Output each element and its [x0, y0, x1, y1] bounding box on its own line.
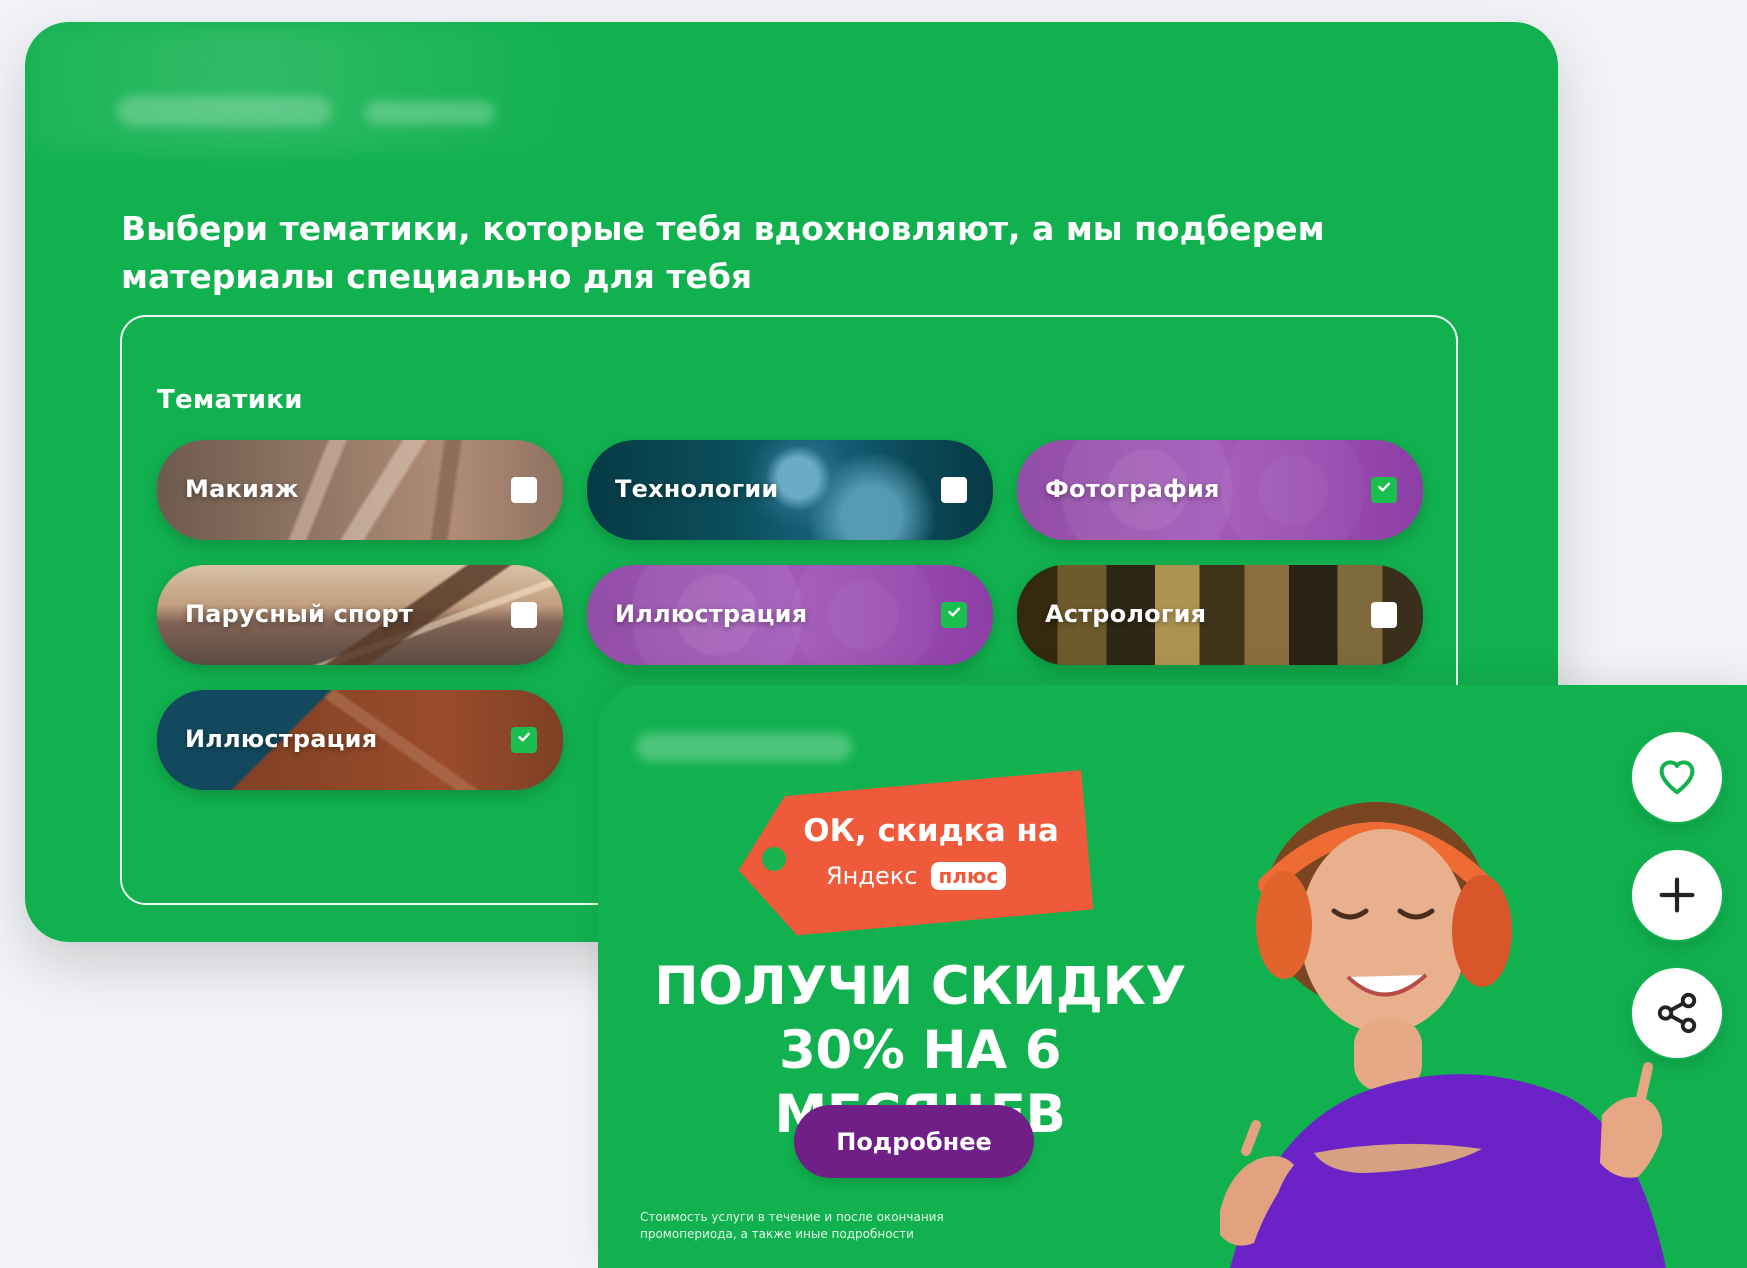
topic-chip-label: Фотография: [1045, 475, 1220, 503]
share-icon: [1657, 992, 1697, 1034]
model-face: [1300, 829, 1468, 1033]
plus-badge: плюс: [930, 862, 1007, 890]
model-left-finger: [1241, 1120, 1261, 1156]
promo-fineprint-line-2: промопериода, а также иные подробности: [640, 1227, 914, 1241]
topic-chip-makeup[interactable]: Макияж: [157, 440, 563, 540]
discount-tag-text: ОК, скидка на: [803, 813, 1059, 849]
promo-fineprint-line-1: Стоимость услуги в течение и после оконч…: [640, 1210, 944, 1224]
topic-chip-sailing[interactable]: Парусный спорт: [157, 565, 563, 665]
headphone-cup-left: [1256, 871, 1312, 979]
topic-checkbox[interactable]: [1371, 477, 1397, 503]
topic-checkbox[interactable]: [511, 727, 537, 753]
price-tag-shape: [733, 770, 1094, 940]
topics-section-title: Тематики: [157, 385, 303, 415]
promo-model-image: [1220, 802, 1666, 1268]
blurred-ad-header: [636, 733, 852, 761]
brand-name: Яндекс: [826, 862, 918, 890]
topic-checkbox[interactable]: [941, 602, 967, 628]
topic-checkbox[interactable]: [511, 602, 537, 628]
share-button[interactable]: [1630, 966, 1724, 1060]
promo-fineprint: Стоимость услуги в течение и после оконч…: [640, 1209, 1100, 1243]
topic-chip-illustration-brown[interactable]: Иллюстрация: [157, 690, 563, 790]
plus-icon: [1659, 877, 1695, 913]
topic-chip-label: Иллюстрация: [185, 725, 378, 753]
topic-chip-photography[interactable]: Фотография: [1017, 440, 1423, 540]
topic-chip-technology[interactable]: Технологии: [587, 440, 993, 540]
topic-chip-label: Макияж: [185, 475, 299, 503]
discount-brand-row: Яндекс плюс: [826, 862, 1040, 902]
model-right-hand: [1600, 1097, 1663, 1178]
model-right-finger: [1635, 1062, 1653, 1108]
tag-hole: [762, 847, 786, 871]
topic-checkbox[interactable]: [511, 477, 537, 503]
topic-chip-label: Парусный спорт: [185, 600, 413, 628]
topic-heading: Выбери тематики, которые тебя вдохновляю…: [121, 209, 1325, 296]
details-button[interactable]: Подробнее: [794, 1105, 1034, 1178]
topic-chip-label: Иллюстрация: [615, 600, 808, 628]
blurred-header-text: [117, 96, 331, 126]
model-shirt: [1230, 1074, 1666, 1268]
topic-checkbox[interactable]: [1371, 602, 1397, 628]
add-button[interactable]: [1630, 848, 1724, 942]
promo-card[interactable]: ОК, скидка на Яндекс плюс ПОЛУЧИ СКИДКУ …: [598, 685, 1747, 1268]
topic-chip-illustration-purple[interactable]: Иллюстрация: [587, 565, 993, 665]
check-icon: [948, 607, 960, 617]
favorite-button[interactable]: [1630, 730, 1724, 824]
check-icon: [518, 732, 530, 742]
topic-chip-label: Астрология: [1045, 600, 1207, 628]
topic-checkbox[interactable]: [941, 477, 967, 503]
blurred-header-subtext: [365, 101, 495, 125]
discount-tag: ОК, скидка на Яндекс плюс: [738, 785, 1088, 925]
blurred-card-header: [25, 22, 585, 152]
topic-chip-astrology[interactable]: Астрология: [1017, 565, 1423, 665]
promo-headline-line-1: ПОЛУЧИ СКИДКУ: [654, 956, 1186, 1017]
topic-chip-label: Технологии: [615, 475, 779, 503]
heart-icon: [1659, 760, 1695, 795]
headphone-cup-right: [1452, 875, 1512, 987]
check-icon: [1378, 482, 1390, 492]
